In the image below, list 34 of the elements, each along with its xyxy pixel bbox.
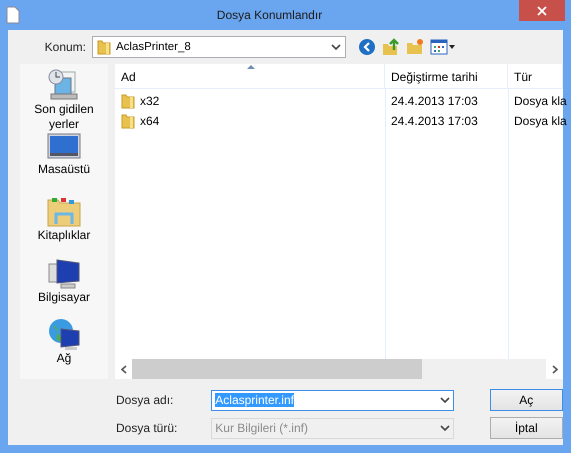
chevron-right-icon <box>552 364 558 374</box>
close-icon <box>537 6 547 16</box>
folder-icon <box>121 93 135 109</box>
date-cell-text: 24.4.2013 17:03 <box>390 113 479 130</box>
sidebar-item[interactable]: Masaüstü <box>22 162 106 177</box>
folder-icon <box>97 39 111 55</box>
window-title: Dosya Konumlandır <box>216 8 324 22</box>
sidebar-item[interactable]: Kitaplıklar <box>22 228 106 243</box>
sort-arrow-icon <box>247 64 255 69</box>
date-cell-text: 24.4.2013 17:03 <box>390 93 479 110</box>
sidebar-item[interactable]: Bilgisayar <box>22 290 106 304</box>
folder-icon <box>121 113 135 129</box>
open-button[interactable]: Aç <box>490 389 563 411</box>
file-type-label: Dosya türü: <box>115 421 178 435</box>
close-button[interactable] <box>519 0 565 21</box>
file-name-cell[interactable]: x64 <box>140 114 160 128</box>
view-menu-icon[interactable] <box>430 39 456 55</box>
scrollbar-thumb[interactable] <box>132 359 422 379</box>
sidebar-item[interactable]: Son gidilen yerler <box>22 102 106 132</box>
location-dropdown[interactable]: AclasPrinter_8 <box>92 36 346 58</box>
column-header[interactable]: Tür <box>508 64 563 88</box>
sidebar-item[interactable]: Ağ <box>22 351 106 366</box>
column-header[interactable]: Değiştirme tarihi <box>385 64 508 88</box>
folder-up-icon[interactable] <box>382 38 400 56</box>
cancel-button[interactable]: İptal <box>490 417 563 439</box>
file-name-cell[interactable]: x32 <box>140 94 160 108</box>
location-label: Konum: <box>44 40 87 54</box>
file-name-label: Dosya adı: <box>115 393 174 407</box>
chevron-down-icon[interactable] <box>440 396 450 404</box>
back-icon[interactable] <box>358 38 376 56</box>
network-icon <box>47 317 81 352</box>
chevron-down-icon[interactable] <box>331 43 341 51</box>
document-icon <box>6 6 20 24</box>
chevron-left-icon <box>120 364 126 374</box>
